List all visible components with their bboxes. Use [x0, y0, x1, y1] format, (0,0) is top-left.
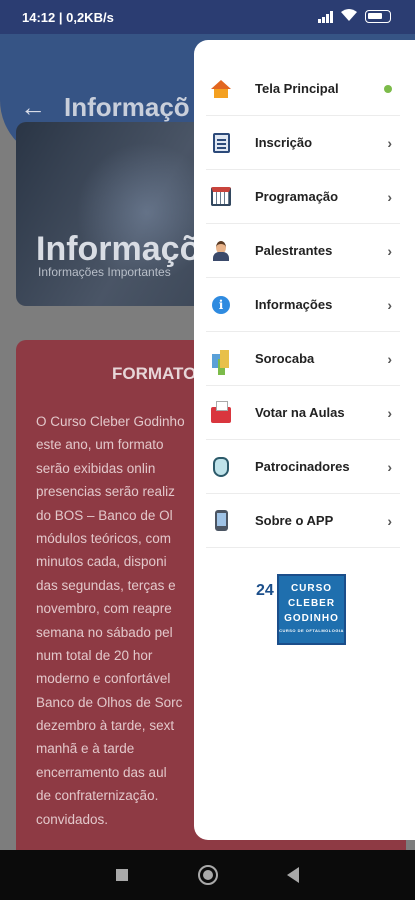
logo-tagline: CURSO DE OFTALMOLOGIA	[279, 628, 344, 633]
battery-icon	[365, 10, 391, 23]
menu-item-tela-principal[interactable]: Tela Principal	[206, 62, 400, 116]
chevron-right-icon: ›	[387, 512, 392, 529]
logo-line: GODINHO	[284, 613, 339, 624]
menu-item-programacao[interactable]: Programação ›	[206, 170, 400, 224]
menu-item-label: Palestrantes	[255, 243, 333, 258]
chevron-right-icon: ›	[387, 458, 392, 475]
house-icon	[210, 78, 232, 100]
menu-item-sorocaba[interactable]: Sorocaba ›	[206, 332, 400, 386]
menu-item-votar-na-aulas[interactable]: Votar na Aulas ›	[206, 386, 400, 440]
back-arrow-icon[interactable]: ←	[20, 92, 46, 123]
status-time: 14:12 | 0,2KB/s	[22, 10, 114, 25]
chevron-right-icon: ›	[387, 134, 392, 151]
chevron-right-icon: ›	[387, 242, 392, 259]
menu-item-inscricao[interactable]: Inscrição ›	[206, 116, 400, 170]
speaker-icon	[210, 240, 232, 262]
logo-box: CURSO CLEBER GODINHO CURSO DE OFTALMOLOG…	[277, 574, 346, 645]
menu-item-palestrantes[interactable]: Palestrantes ›	[206, 224, 400, 278]
status-bar: 14:12 | 0,2KB/s	[0, 0, 415, 34]
system-nav-bar	[0, 850, 415, 900]
page-title: Informaçõ	[64, 92, 190, 122]
home-icon[interactable]	[198, 865, 218, 885]
chevron-right-icon: ›	[387, 350, 392, 367]
menu-item-label: Sorocaba	[255, 351, 315, 366]
shield-icon	[210, 456, 232, 478]
form-icon	[210, 132, 232, 154]
status-icons	[318, 9, 391, 24]
banner-title: Informaçõ	[36, 230, 201, 268]
ballot-icon	[210, 400, 232, 424]
recents-icon[interactable]	[116, 869, 128, 881]
menu-item-label: Inscrição	[255, 135, 313, 150]
logo-line: CLEBER	[287, 598, 336, 609]
chevron-right-icon: ›	[387, 296, 392, 313]
chevron-right-icon: ›	[387, 188, 392, 205]
menu-item-label: Sobre o APP	[255, 513, 334, 528]
menu-item-patrocinadores[interactable]: Patrocinadores ›	[206, 440, 400, 494]
menu-item-label: Patrocinadores	[255, 459, 350, 474]
active-dot-icon	[384, 84, 392, 93]
menu-item-label: Tela Principal	[255, 81, 339, 96]
logo-edition: 24	[256, 582, 274, 599]
signal-icon	[318, 10, 333, 23]
menu-item-label: Programação	[255, 189, 339, 204]
calendar-icon	[210, 186, 232, 208]
wifi-icon	[341, 9, 357, 24]
banner-subtitle: Informações Importantes	[38, 265, 171, 279]
back-triangle-icon[interactable]	[287, 867, 299, 883]
card-heading: FORMATO	[112, 364, 197, 383]
phone-icon	[210, 510, 232, 532]
info-icon: i	[210, 294, 232, 316]
menu-item-label: Informações	[255, 297, 333, 312]
menu-item-label: Votar na Aulas	[255, 405, 345, 420]
menu-item-informacoes[interactable]: i Informações ›	[206, 278, 400, 332]
city-icon	[210, 348, 232, 370]
menu-item-sobre-o-app[interactable]: Sobre o APP ›	[206, 494, 400, 548]
logo-line: CURSO	[290, 583, 333, 594]
chevron-right-icon: ›	[387, 404, 392, 421]
navigation-drawer: Tela Principal Inscrição › Programação ›…	[194, 40, 415, 840]
curso-cleber-godinho-logo: 24 CURSO CLEBER GODINHO CURSO DE OFTALMO…	[256, 574, 346, 646]
